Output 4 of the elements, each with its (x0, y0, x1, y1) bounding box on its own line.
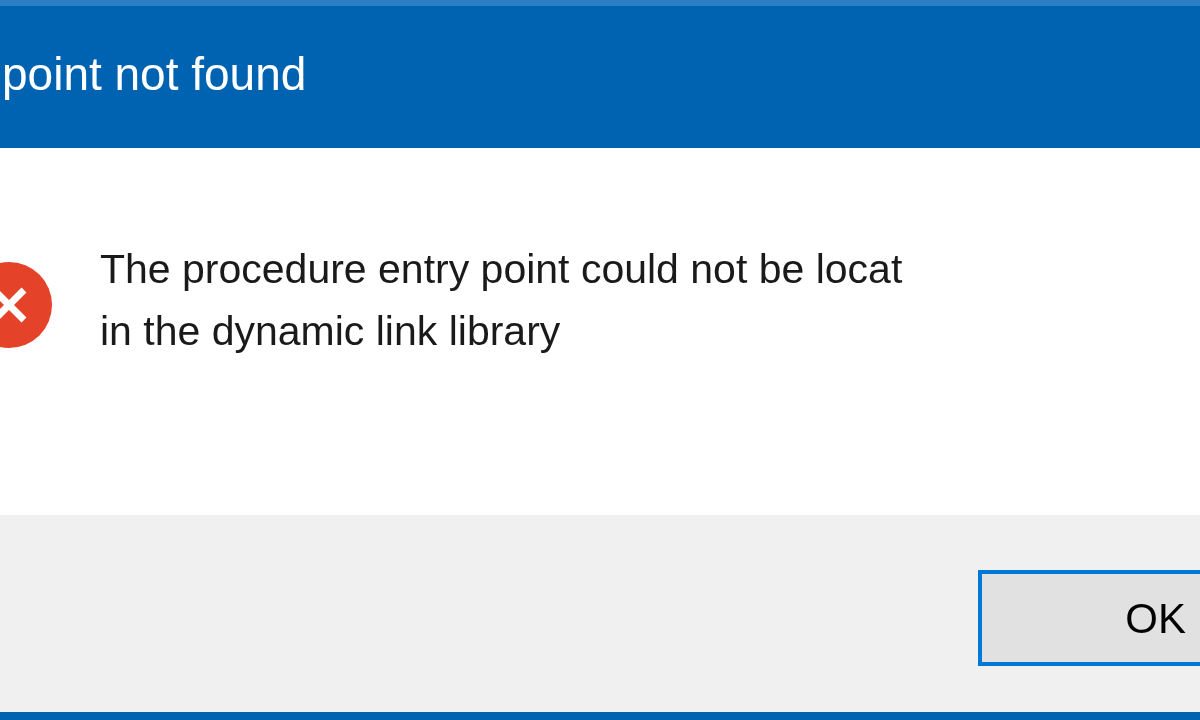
error-message-line: The procedure entry point could not be locat (100, 245, 903, 294)
window-title: point not found (1, 46, 307, 102)
error-message-line: in the dynamic link library (100, 307, 562, 356)
ok-button[interactable]: OK (978, 570, 1200, 666)
